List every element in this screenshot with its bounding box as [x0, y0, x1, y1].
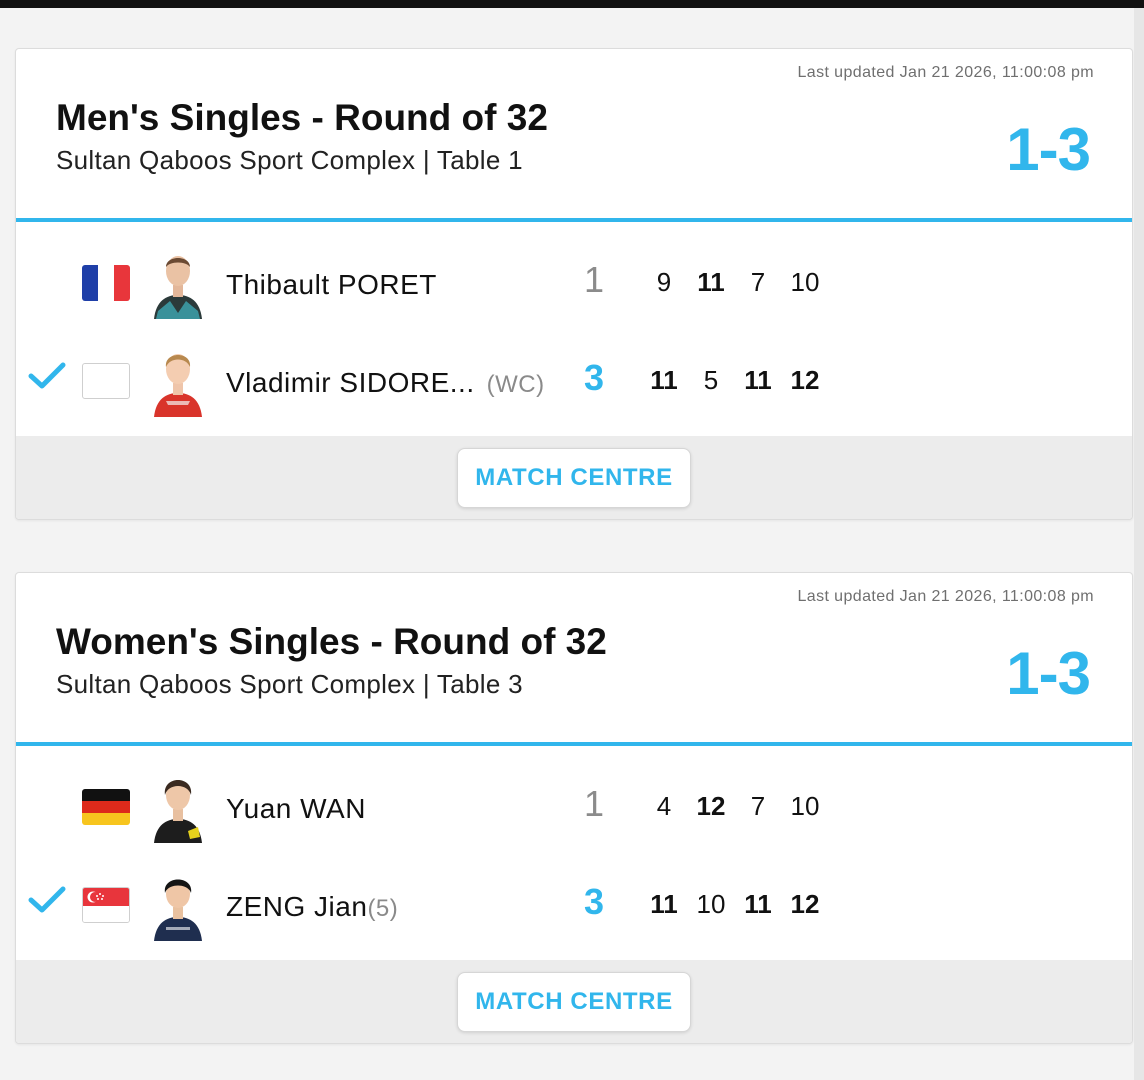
set-score: 5 — [703, 365, 719, 395]
set-score: 9 — [656, 267, 672, 297]
match-score: 1-3 — [1006, 640, 1091, 707]
games-won: 1 — [583, 783, 605, 824]
set-score: 11 — [744, 889, 772, 919]
player-row[interactable]: Vladimir SIDORE... (WC) 3 11 5 11 12 — [16, 337, 1132, 417]
set-score: 11 — [744, 365, 772, 395]
player-name[interactable]: Thibault PORET — [226, 269, 437, 301]
set-score: 11 — [650, 889, 678, 919]
match-card-mens-singles[interactable]: Last updated Jan 21 2026, 11:00:08 pm Me… — [15, 48, 1133, 520]
header-divider — [16, 742, 1132, 746]
match-venue: Sultan Qaboos Sport Complex | Table 3 — [56, 669, 523, 699]
winner-check-icon — [28, 361, 66, 391]
winner-check-icon — [28, 885, 66, 915]
match-venue: Sultan Qaboos Sport Complex | Table 1 — [56, 145, 523, 175]
player-seed: (WC) — [486, 371, 545, 398]
set-score: 11 — [650, 365, 678, 395]
player-avatar[interactable] — [148, 869, 208, 941]
player-avatar[interactable] — [148, 771, 208, 843]
blank-flag-icon — [82, 363, 130, 399]
set-score: 10 — [790, 791, 820, 821]
set-score: 10 — [696, 889, 726, 919]
set-score: 12 — [696, 791, 726, 821]
last-updated: Last updated Jan 21 2026, 11:00:08 pm — [797, 588, 1094, 605]
match-centre-button[interactable]: MATCH CENTRE — [457, 972, 691, 1032]
set-score: 4 — [656, 791, 672, 821]
header-divider — [16, 218, 1132, 222]
match-title: Women's Singles - Round of 32 — [56, 621, 607, 662]
match-title: Men's Singles - Round of 32 — [56, 97, 548, 138]
match-card-womens-singles[interactable]: Last updated Jan 21 2026, 11:00:08 pm Wo… — [15, 572, 1133, 1044]
games-won: 1 — [583, 259, 605, 300]
games-won: 3 — [583, 881, 605, 922]
set-score: 11 — [697, 267, 725, 297]
top-edge-bar — [0, 0, 1144, 8]
set-score: 12 — [790, 365, 820, 395]
player-row[interactable]: Yuan WAN 1 4 12 7 10 — [16, 763, 1132, 843]
set-score: 10 — [790, 267, 820, 297]
player-name[interactable]: ZENG Jian(5) — [226, 891, 398, 923]
set-score: 7 — [750, 267, 766, 297]
player-row[interactable]: Thibault PORET 1 9 11 7 10 — [16, 239, 1132, 319]
player-avatar[interactable] — [148, 345, 208, 417]
set-score: 7 — [750, 791, 766, 821]
singapore-flag-icon — [82, 887, 130, 923]
games-won: 3 — [583, 357, 605, 398]
set-score: 12 — [790, 889, 820, 919]
player-seed: (5) — [367, 895, 399, 922]
player-avatar[interactable] — [148, 247, 208, 319]
player-row[interactable]: ZENG Jian(5) 3 11 10 11 12 — [16, 861, 1132, 941]
match-centre-button[interactable]: MATCH CENTRE — [457, 448, 691, 508]
france-flag-icon — [82, 265, 130, 301]
card-footer: MATCH CENTRE — [16, 436, 1132, 519]
match-score: 1-3 — [1006, 116, 1091, 183]
last-updated: Last updated Jan 21 2026, 11:00:08 pm — [797, 64, 1094, 81]
card-footer: MATCH CENTRE — [16, 960, 1132, 1043]
germany-flag-icon — [82, 789, 130, 825]
player-name[interactable]: Vladimir SIDORE... (WC) — [226, 367, 545, 399]
player-name[interactable]: Yuan WAN — [226, 793, 366, 825]
scrollbar-track[interactable] — [1134, 8, 1144, 1080]
